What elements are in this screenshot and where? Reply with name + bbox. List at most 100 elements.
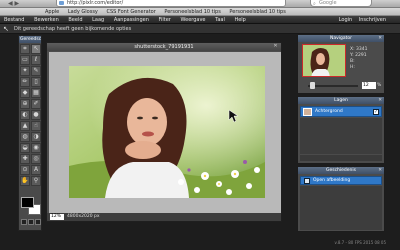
search-icon: ⌕ <box>313 1 316 7</box>
color-swatches <box>21 197 41 215</box>
tools-title: Gereedschap <box>19 36 41 43</box>
bookmark-personeelsblad-2[interactable]: Personeelsblad 10 tips <box>229 8 285 16</box>
layers-title: Lagen ✕ <box>298 97 384 104</box>
tool-options-text: Dit gereedschap heeft geen bijkomende op… <box>14 26 132 32</box>
tool-options-bar: ↖ Dit gereedschap heeft geen bijkomende … <box>0 24 400 34</box>
thumbnail-image <box>303 45 345 76</box>
brush-icon[interactable]: ✏ <box>20 77 30 87</box>
menu-filter[interactable]: Filter <box>154 16 174 24</box>
canvas-image[interactable] <box>69 66 265 198</box>
navigator-zoom-row: 12 % <box>302 82 382 90</box>
view-mode-3-button[interactable] <box>35 219 41 225</box>
marquee-icon[interactable]: ▭ <box>20 55 30 65</box>
smudge-icon[interactable]: ☝ <box>31 121 41 131</box>
open-image-icon <box>304 178 310 184</box>
burn-icon[interactable]: ◒ <box>20 143 30 153</box>
history-list-empty <box>300 186 382 230</box>
navigator-title: Navigator ✕ <box>298 35 384 42</box>
layer-thumbnail <box>303 108 312 116</box>
history-title: Geschiedenis ✕ <box>298 167 384 174</box>
menu-taal[interactable]: Taal <box>211 16 229 24</box>
layer-name: Achtergrond <box>315 109 343 114</box>
canvas-area[interactable] <box>49 52 281 213</box>
browser-toolbar: ◀ ▶ http://pixlr.com/editor/ ⌕ Google <box>0 0 400 8</box>
eraser-icon[interactable]: ▯ <box>31 77 41 87</box>
tool-grid: ⌗ ↖ ▭ ℓ ✦ ✎ ✏ ▯ ◆ ▦ ⊕ ✐ ◐ ● ▲ ☝ ◍ ◑ ◒ ◉ ✚ ◎ ⊙ A ✋ ⚲ <box>19 43 41 187</box>
navigator-zoom-handle[interactable] <box>310 82 315 89</box>
close-icon[interactable]: ✕ <box>378 97 382 104</box>
sponge-icon[interactable]: ◍ <box>20 132 30 142</box>
close-icon[interactable]: ✕ <box>378 35 382 42</box>
login-link[interactable]: Login <box>339 17 353 23</box>
document-size: 4800x2020 px <box>67 214 100 219</box>
foreground-color-swatch[interactable] <box>21 197 34 208</box>
menu-bestand[interactable]: Bestand <box>0 16 28 24</box>
wand-icon[interactable]: ✦ <box>20 66 30 76</box>
version-footer: v.8.7 - 80 FPS 2015 08 05 <box>334 240 386 245</box>
history-item[interactable]: Open afbeelding <box>300 176 382 185</box>
close-icon[interactable]: ✕ <box>273 44 278 49</box>
navigator-thumbnail[interactable] <box>302 44 346 77</box>
document-title[interactable]: shutterstock_79191931 ✕ <box>47 43 281 51</box>
crop-icon[interactable]: ⌗ <box>20 44 30 54</box>
pencil-icon[interactable]: ✎ <box>31 66 41 76</box>
blur-icon[interactable]: ● <box>31 110 41 120</box>
search-placeholder: Google <box>319 0 337 6</box>
browser-nav-arrows[interactable]: ◀ ▶ <box>8 0 48 7</box>
document-window: shutterstock_79191931 ✕ 12% 4800x2020 px <box>46 42 282 222</box>
menu-aanpassingen[interactable]: Aanpassingen <box>110 16 153 24</box>
history-item-label: Open afbeelding <box>313 178 351 183</box>
document-title-text: shutterstock_79191931 <box>134 44 194 50</box>
bookmark-apple[interactable]: Apple <box>45 8 59 16</box>
menu-weergave[interactable]: Weergave <box>176 16 209 24</box>
layers-footer <box>300 155 382 161</box>
portrait-photo <box>69 66 265 198</box>
redeye-icon[interactable]: ◉ <box>31 143 41 153</box>
history-panel: Geschiedenis ✕ Open afbeelding <box>297 166 385 232</box>
bookmark-personeelsblad-1[interactable]: Personeelsblad 10 tips <box>164 8 220 16</box>
bloat-icon[interactable]: ◎ <box>31 154 41 164</box>
layer-visibility-checkbox[interactable]: ✓ <box>373 109 379 115</box>
url-bar[interactable]: http://pixlr.com/editor/ <box>56 0 286 7</box>
navigator-coords: X: 3341 Y: 2291 B: H: <box>350 47 368 70</box>
hand-icon[interactable]: ✋ <box>20 176 30 186</box>
drawing-icon[interactable]: ◐ <box>20 110 30 120</box>
layers-list-empty <box>300 118 382 154</box>
zoom-icon[interactable]: ⚲ <box>31 176 41 186</box>
menu-beeld[interactable]: Beeld <box>64 16 86 24</box>
menu-help[interactable]: Help <box>230 16 249 24</box>
view-mode-buttons <box>21 219 41 229</box>
lasso-icon[interactable]: ℓ <box>31 55 41 65</box>
view-mode-2-button[interactable] <box>28 219 34 225</box>
bookmark-css-font[interactable]: CSS Font Generator <box>107 8 156 16</box>
navigator-zoom-unit: % <box>377 83 382 88</box>
navigator-zoom-slider[interactable] <box>308 85 358 87</box>
navigator-zoom-field[interactable]: 12 <box>362 82 376 89</box>
clone-icon[interactable]: ⊕ <box>20 99 30 109</box>
menu-laag[interactable]: Laag <box>88 16 108 24</box>
layers-panel: Lagen ✕ Achtergrond ✓ <box>297 96 385 164</box>
tools-panel: Gereedschap ⌗↖▭ℓ✦✎✏▯◆▦⊕✐◐●▲☝◍◑◒◉✚◎⊙A✋⚲ <box>18 35 42 231</box>
bookmarks-bar: Apple Lady Glossy CSS Font Generator Per… <box>0 8 400 16</box>
pinch-icon[interactable]: ⊙ <box>20 165 30 175</box>
signup-link[interactable]: Inschrijven <box>359 17 386 23</box>
layer-row[interactable]: Achtergrond ✓ <box>300 106 382 117</box>
document-zoom-field[interactable]: 12% <box>50 214 64 220</box>
close-icon[interactable]: ✕ <box>378 167 382 174</box>
app-menubar: Bestand Bewerken Beeld Laag Aanpassingen… <box>0 16 400 24</box>
sharpen-icon[interactable]: ▲ <box>20 121 30 131</box>
account-links: Login Inschrijven <box>334 16 386 24</box>
dodge-icon[interactable]: ◑ <box>31 132 41 142</box>
text-icon[interactable]: A <box>31 165 41 175</box>
browser-search[interactable]: ⌕ Google <box>310 0 372 7</box>
bucket-icon[interactable]: ◆ <box>20 88 30 98</box>
menu-bewerken[interactable]: Bewerken <box>30 16 63 24</box>
spot-heal-icon[interactable]: ✚ <box>20 154 30 164</box>
url-text: http://pixlr.com/editor/ <box>67 0 124 6</box>
colorpicker-icon[interactable]: ✐ <box>31 99 41 109</box>
view-mode-1-button[interactable] <box>21 219 27 225</box>
gradient-icon[interactable]: ▦ <box>31 88 41 98</box>
bookmark-lady-glossy[interactable]: Lady Glossy <box>68 8 98 16</box>
move-icon[interactable]: ↖ <box>31 44 41 54</box>
pointer-tool-icon: ↖ <box>3 25 9 33</box>
